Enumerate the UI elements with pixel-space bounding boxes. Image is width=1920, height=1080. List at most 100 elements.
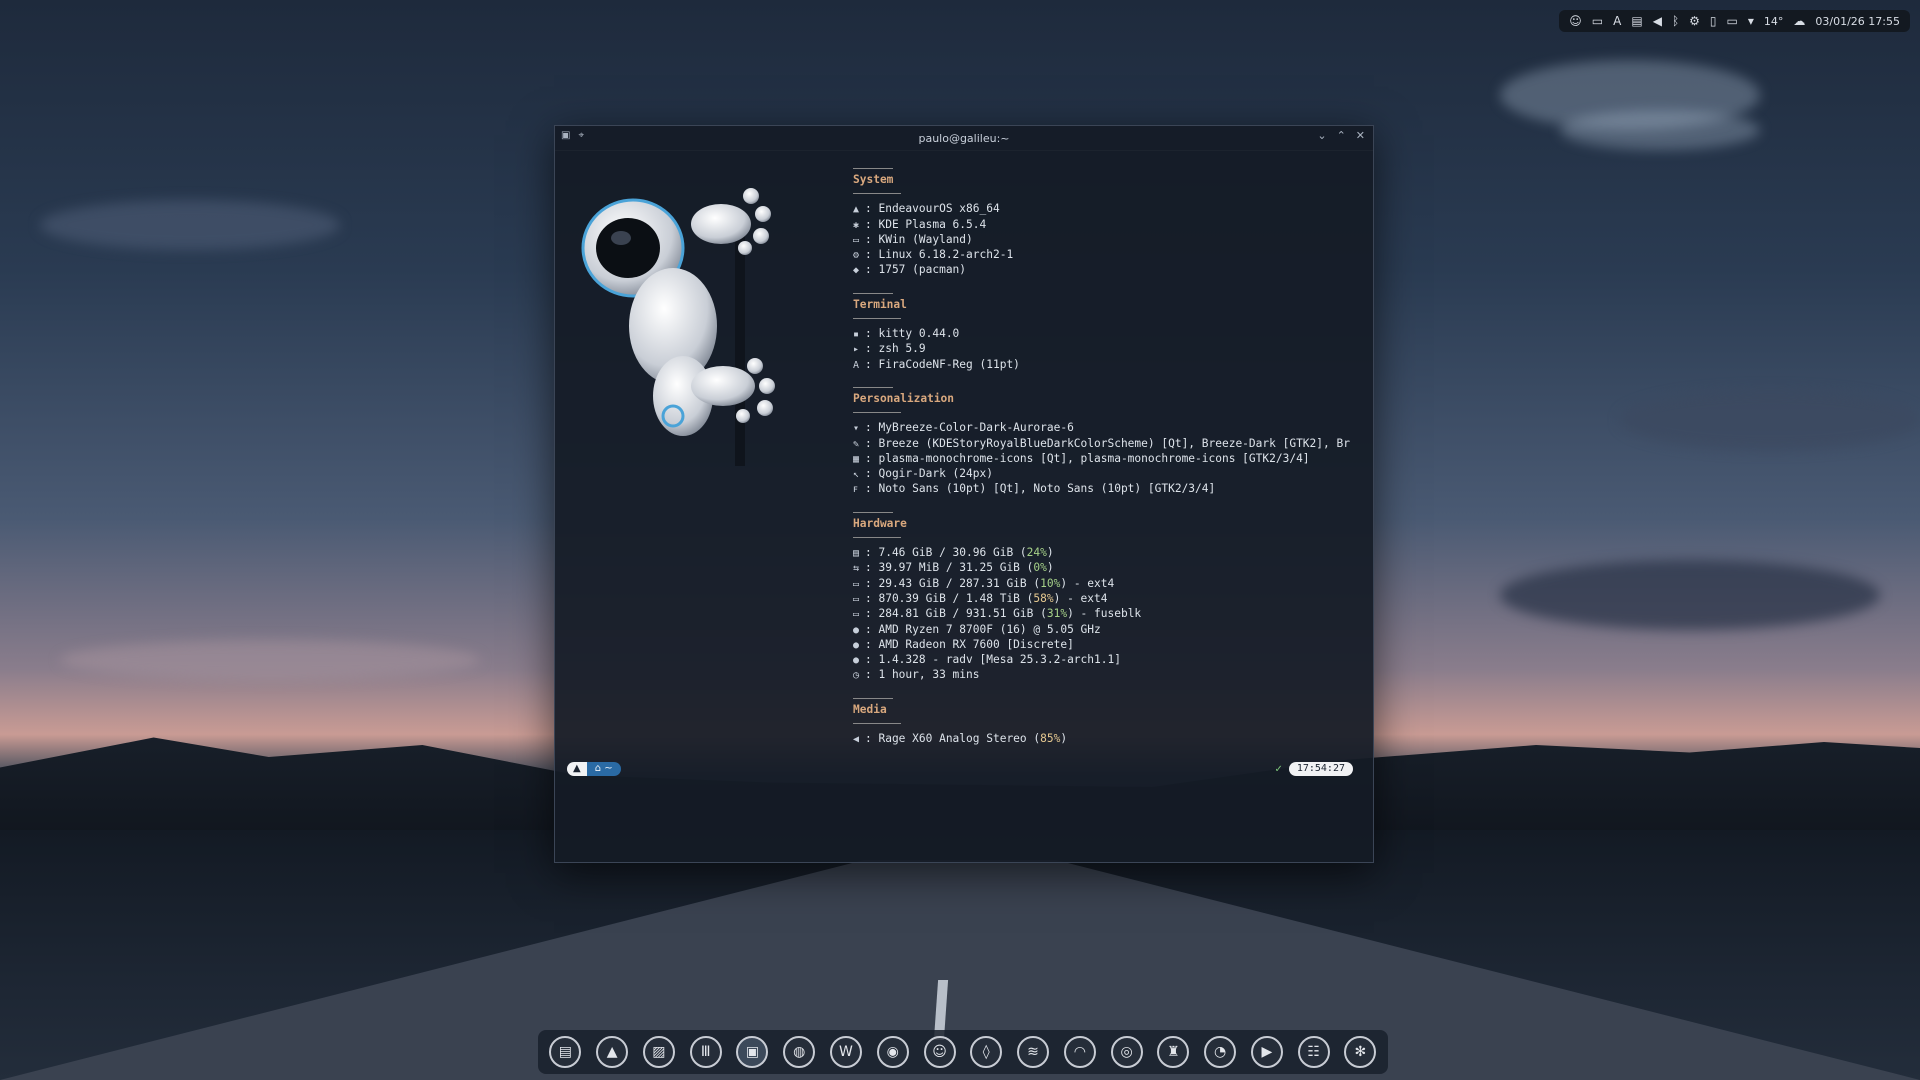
tor-icon[interactable]: ◍ xyxy=(783,1036,816,1068)
volume-icon[interactable]: ◀ xyxy=(1653,14,1662,28)
info-row-text: : 284.81 GiB / 931.51 GiB ( xyxy=(865,607,1047,621)
display-icon[interactable]: ▭ xyxy=(1727,14,1738,28)
droplet-icon[interactable]: ◊ xyxy=(970,1036,1003,1068)
info-row-text: : 39.97 MiB / 31.25 GiB ( xyxy=(865,561,1034,575)
usage-percent: 85% xyxy=(1040,732,1061,746)
clipboard-icon[interactable]: ▤ xyxy=(1631,14,1642,28)
info-row-text: : Rage X60 Analog Stereo ( xyxy=(865,732,1041,746)
info-row-text: : FiraCodeNF-Reg (11pt) xyxy=(865,357,1020,371)
info-row-text: : 7.46 GiB / 30.96 GiB ( xyxy=(865,546,1027,560)
info-row: ⇆: 39.97 MiB / 31.25 GiB (0%) xyxy=(853,561,1350,576)
info-row-suffix: ) - fuseblk xyxy=(1067,607,1142,621)
info-row: ◆: 1757 (pacman) xyxy=(853,263,1350,278)
info-row-text: : EndeavourOS x86_64 xyxy=(865,202,1000,216)
battery-icon[interactable]: ▭ xyxy=(1592,14,1603,28)
firefox-icon[interactable]: ◉ xyxy=(876,1036,909,1068)
window-titlebar[interactable]: ▣ ⌖ paulo@galileu:~ ⌄ ⌃ ✕ xyxy=(555,126,1373,151)
section-terminal: Terminal ▪: kitty 0.44.0 ▸: zsh 5.9 A: Fira… xyxy=(853,292,1350,373)
info-row-text: : AMD Ryzen 7 8700F (16) @ 5.05 GHz xyxy=(865,622,1101,636)
section-title: Terminal xyxy=(853,297,907,311)
library-icon[interactable]: Ⅲ xyxy=(689,1036,722,1068)
browser-w-icon[interactable]: W xyxy=(829,1036,862,1068)
top-panel: ☺ ▭ A ▤ ◀ ᛒ ⚙ ▯ ▭ ▾ 14° ☁ 03/01/26 17:55 xyxy=(1559,10,1910,32)
bluetooth-icon[interactable]: ᛒ xyxy=(1672,14,1679,28)
terminal-window[interactable]: ▣ ⌖ paulo@galileu:~ ⌄ ⌃ ✕ System ▲: Endea… xyxy=(554,125,1374,863)
image-viewer-icon[interactable]: ▨ xyxy=(642,1036,675,1068)
sd-card-icon[interactable]: ▯ xyxy=(1710,14,1717,28)
info-row-text: : kitty 0.44.0 xyxy=(865,327,960,341)
network-icon[interactable]: ⚙ xyxy=(1689,14,1700,28)
os-segment: ▲ xyxy=(567,762,587,776)
section-title: Hardware xyxy=(853,516,907,530)
minimize-button[interactable]: ⌄ xyxy=(1317,129,1326,142)
info-row-icon: A xyxy=(853,359,860,371)
info-row-text: : KWin (Wayland) xyxy=(865,232,973,246)
info-row: ● : AMD Ryzen 7 8700F (16) @ 5.05 GHz xyxy=(853,623,1350,638)
info-row-text: : 870.39 GiB / 1.48 TiB ( xyxy=(865,591,1034,605)
section-title: Personalization xyxy=(853,391,955,405)
info-row: ▲: EndeavourOS x86_64 xyxy=(853,202,1350,217)
video-camera-icon[interactable]: ▶ xyxy=(1250,1036,1283,1068)
spotify-icon[interactable]: ≋ xyxy=(1017,1036,1050,1068)
info-row-icon: ⇆ xyxy=(853,563,860,575)
usage-percent: 58% xyxy=(1033,591,1054,605)
info-row-icon: ▸ xyxy=(853,344,860,356)
dock: ▤ ▲ ▨ Ⅲ ▣ ◍ W ◉ ☺ ◊ ≋ ◠ ◎ ♜ ◔ ▶ ☷ ✻ xyxy=(538,1030,1388,1074)
close-button[interactable]: ✕ xyxy=(1356,129,1365,142)
info-row-icon: ↖ xyxy=(853,469,860,481)
usage-percent: 0% xyxy=(1033,561,1047,575)
info-row-suffix: ) xyxy=(1060,732,1068,746)
info-row-icon: ▭ xyxy=(853,234,860,246)
shell-prompt-left: ▲ ⌂ ~ xyxy=(567,762,621,776)
info-row-suffix: ) - ext4 xyxy=(1060,576,1115,590)
info-row-text: : Noto Sans (10pt) [Qt], Noto Sans (10pt… xyxy=(865,482,1216,496)
robot-ascii-logo xyxy=(581,188,775,466)
info-row-text: : plasma-monochrome-icons [Qt], plasma-m… xyxy=(865,451,1310,465)
info-row-text: : zsh 5.9 xyxy=(865,342,926,356)
info-row-suffix: ) - ext4 xyxy=(1053,591,1108,605)
shield-icon[interactable]: ♜ xyxy=(1157,1036,1190,1068)
info-row: ↖: Qogir-Dark (24px) xyxy=(853,467,1350,482)
info-row: ꜰ : Noto Sans (10pt) [Qt], Noto Sans (10p… xyxy=(853,482,1350,497)
info-row-icon: ◷ xyxy=(853,670,860,682)
info-row: ●: 1.4.328 - radv [Mesa 25.3.2-arch1.1] xyxy=(853,653,1350,668)
mixer-icon[interactable]: ☷ xyxy=(1297,1036,1330,1068)
panel-datetime[interactable]: 03/01/26 17:55 xyxy=(1815,15,1900,28)
info-row-icon: ▭ xyxy=(853,593,860,605)
info-row-text: : 1 hour, 33 mins xyxy=(865,668,980,682)
usage-percent: 31% xyxy=(1046,607,1068,621)
pin-icon[interactable]: ⌖ xyxy=(578,130,584,141)
file-manager-icon[interactable]: ▤ xyxy=(549,1036,582,1068)
section-title: Media xyxy=(853,702,887,716)
info-row: ▾: MyBreeze-Color-Dark-Aurorae-6 xyxy=(853,421,1350,436)
maximize-button[interactable]: ⌃ xyxy=(1337,129,1346,142)
font-icon[interactable]: A xyxy=(1613,14,1621,28)
info-row: ◷ : 1 hour, 33 mins xyxy=(853,668,1350,683)
window-menu-icon[interactable]: ▣ xyxy=(561,130,570,141)
status-check-icon: ✓ xyxy=(1274,763,1283,775)
info-row-icon: ▭ xyxy=(853,609,860,621)
chevron-down-icon[interactable]: ▾ xyxy=(1748,14,1754,28)
info-row: ✱: KDE Plasma 6.5.4 xyxy=(853,218,1350,233)
info-row-icon: ● xyxy=(853,624,860,636)
weather-temp[interactable]: 14° xyxy=(1764,15,1784,28)
kde-settings-icon[interactable]: ✻ xyxy=(1344,1036,1377,1068)
info-row-icon: ꜰ xyxy=(853,484,858,496)
cloud-icon[interactable]: ☁ xyxy=(1793,14,1805,28)
globe-icon[interactable]: ◎ xyxy=(1110,1036,1143,1068)
info-row-suffix: ) xyxy=(1046,546,1054,560)
info-row: ▭ : KWin (Wayland) xyxy=(853,233,1350,248)
terminal-icon[interactable]: ▣ xyxy=(736,1036,769,1068)
section-personalization: Personalization ▾: MyBreeze-Color-Dark-Au… xyxy=(853,386,1350,498)
info-row-icon: ▦ xyxy=(853,453,860,465)
steam-icon[interactable]: ◔ xyxy=(1204,1036,1237,1068)
info-row-text: : KDE Plasma 6.5.4 xyxy=(865,217,987,231)
path-segment: ⌂ ~ xyxy=(586,762,621,776)
section-system: System ▲: EndeavourOS x86_64 ✱: KDE Plasma… xyxy=(853,168,1350,279)
discord-icon[interactable]: ☺ xyxy=(923,1036,956,1068)
endeavouros-icon[interactable]: ▲ xyxy=(596,1036,629,1068)
info-row-text: : Linux 6.18.2-arch2-1 xyxy=(865,248,1014,262)
headphones-icon[interactable]: ◠ xyxy=(1063,1036,1096,1068)
discord-icon[interactable]: ☺ xyxy=(1569,14,1582,28)
info-row: ▸ : zsh 5.9 xyxy=(853,342,1350,357)
